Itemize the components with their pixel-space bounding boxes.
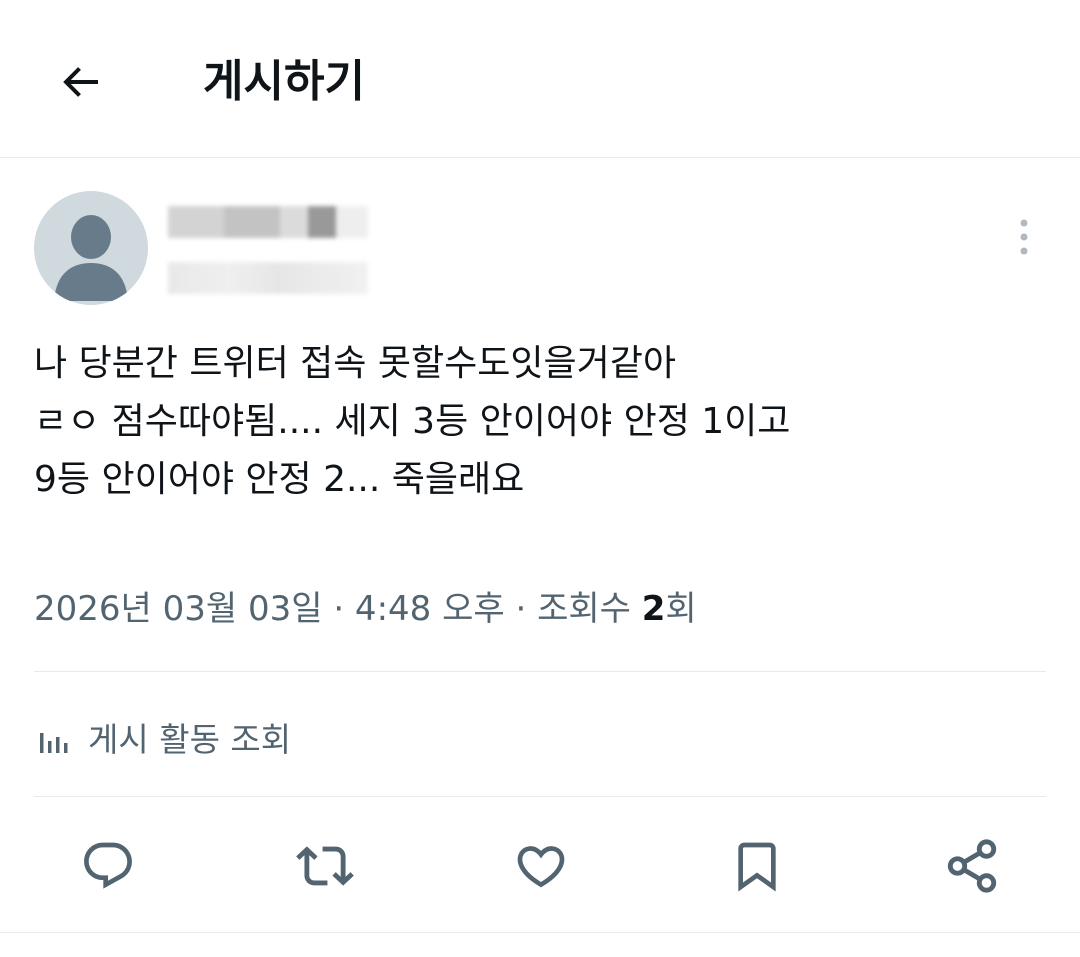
author-name-redacted	[168, 206, 368, 238]
tweet-datetime: 2026년 03월 03일 · 4:48 오후 · 조회수	[34, 589, 642, 629]
analytics-bar-icon	[38, 719, 74, 755]
more-options-button[interactable]	[1006, 215, 1042, 259]
page-title: 게시하기	[203, 56, 365, 107]
retweet-button[interactable]	[295, 836, 355, 896]
author-handle-redacted	[168, 262, 368, 294]
avatar[interactable]	[34, 191, 148, 305]
bookmark-icon	[738, 842, 776, 892]
share-icon	[947, 839, 997, 893]
action-bar	[0, 836, 1080, 896]
retweet-icon	[296, 846, 354, 886]
view-count-suffix: 회	[665, 589, 697, 629]
divider	[34, 671, 1046, 672]
tweet-meta: 2026년 03월 03일 · 4:48 오후 · 조회수 2회	[34, 584, 697, 634]
heart-icon	[517, 846, 565, 888]
view-count: 2	[641, 589, 666, 629]
back-button[interactable]	[50, 52, 110, 112]
tweet-text: 나 당분간 트위터 접속 못할수도잇을거같아 ㄹㅇ 점수따야됨.... 세지 3…	[34, 335, 1044, 509]
tweet-line: 나 당분간 트위터 접속 못할수도잇을거같아	[34, 343, 676, 384]
reply-button[interactable]	[78, 836, 138, 896]
back-arrow-icon	[63, 67, 98, 97]
bookmark-button[interactable]	[727, 836, 787, 896]
top-bar: 게시하기	[0, 0, 1080, 158]
post-activity-label: 게시 활동 조회	[88, 720, 292, 759]
tweet-line: ㄹㅇ 점수따야됨.... 세지 3등 안이어야 안정 1이고	[34, 401, 791, 442]
default-avatar-icon	[54, 215, 128, 301]
divider	[34, 796, 1046, 797]
tweet-line: 9등 안이어야 안정 2... 죽을래요	[34, 459, 525, 500]
like-button[interactable]	[511, 836, 571, 896]
more-vertical-icon	[1020, 219, 1028, 255]
share-button[interactable]	[942, 836, 1002, 896]
divider	[0, 932, 1080, 933]
post-activity-link[interactable]: 게시 활동 조회	[38, 712, 291, 762]
reply-icon	[84, 842, 132, 889]
